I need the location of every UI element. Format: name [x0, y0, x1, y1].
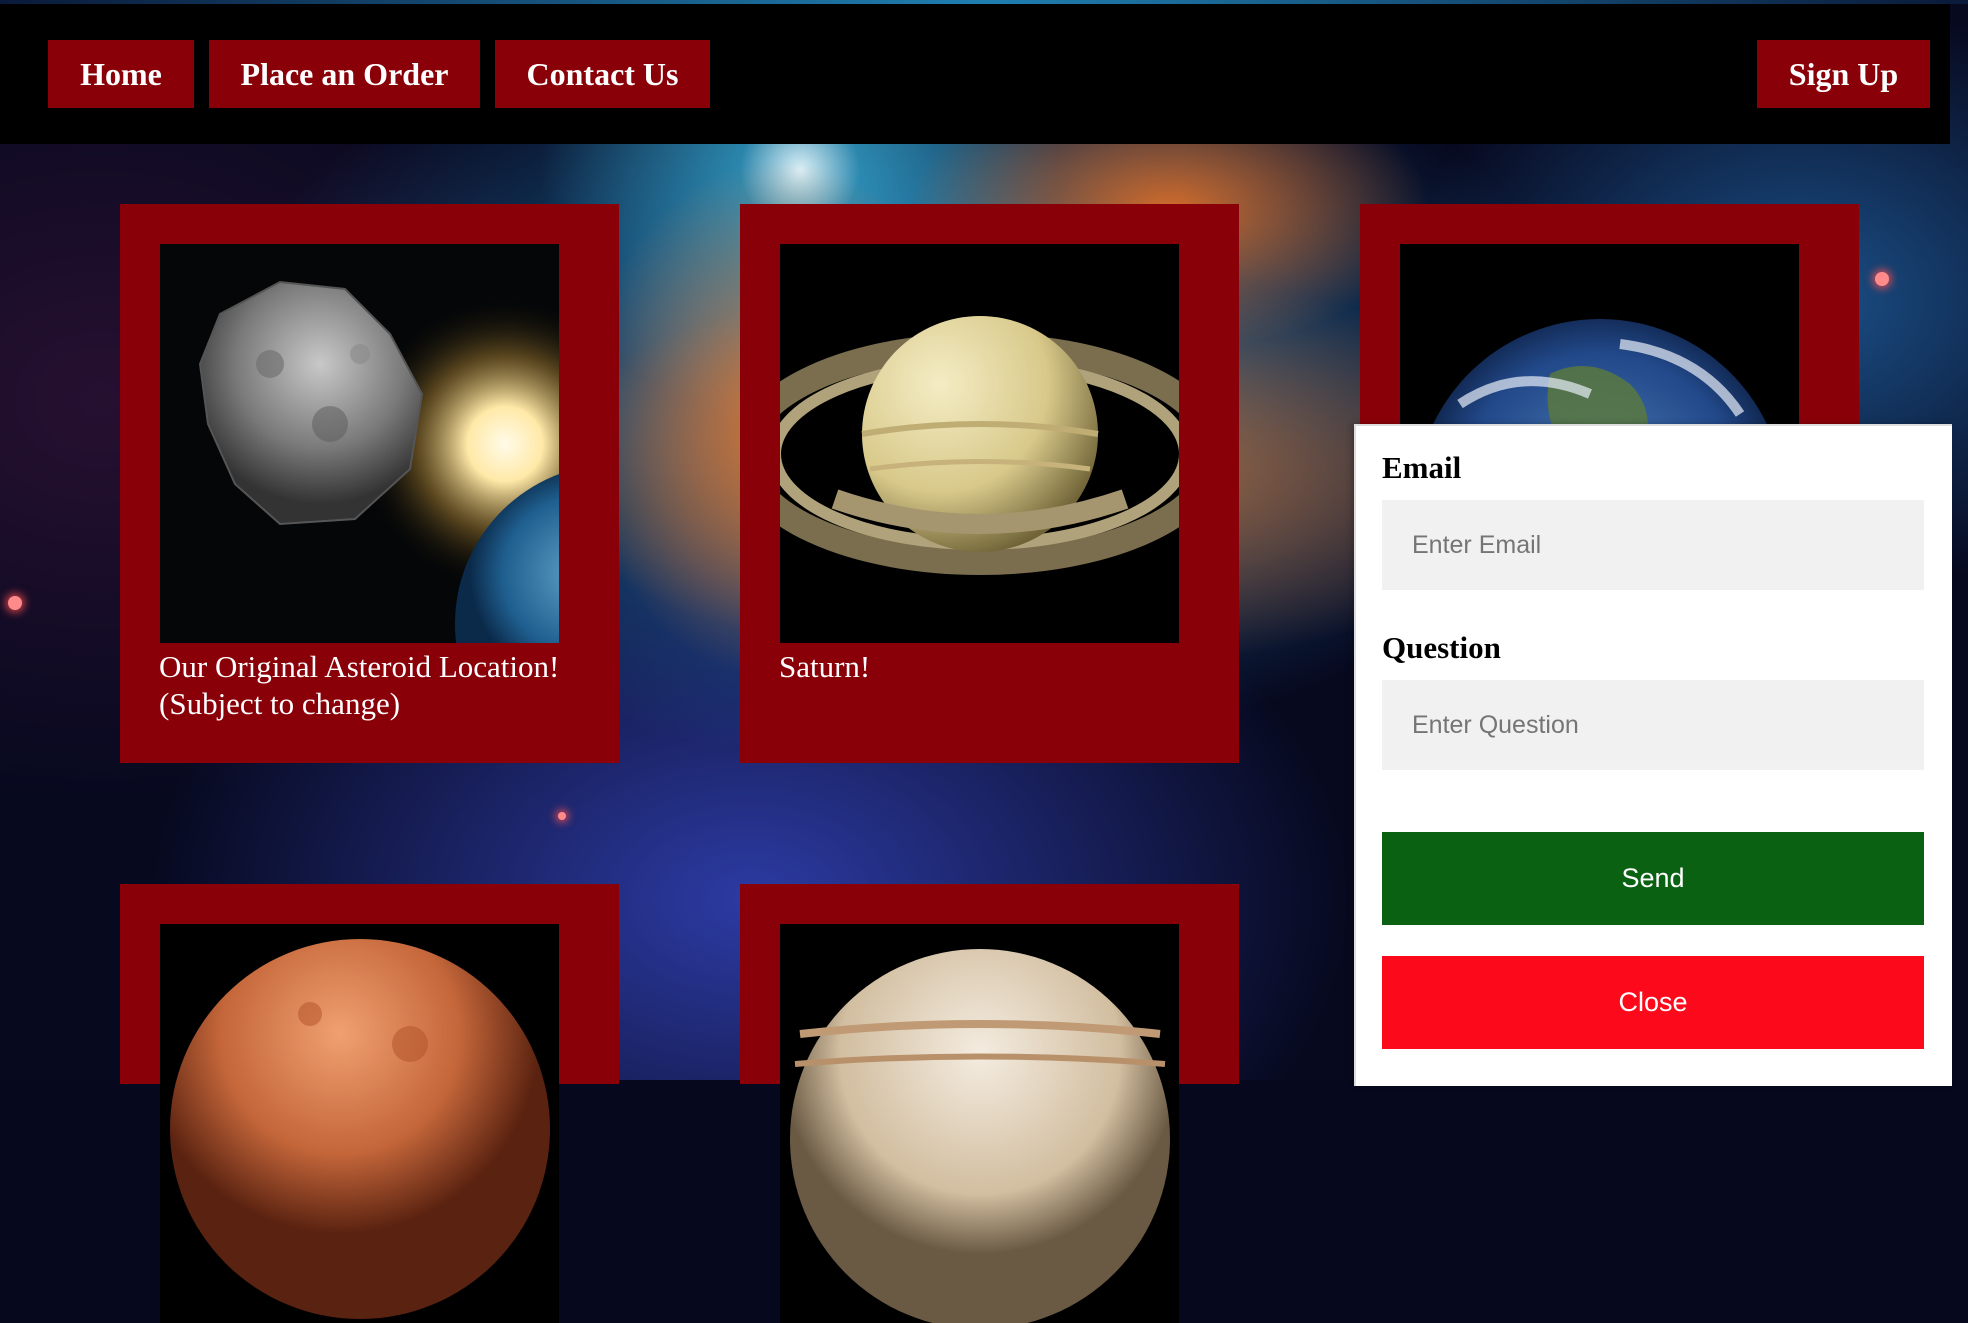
saturn-image [780, 244, 1179, 643]
send-button[interactable]: Send [1382, 832, 1924, 925]
nav-home-button[interactable]: Home [48, 40, 194, 108]
asteroid-image [160, 244, 559, 643]
star [558, 812, 566, 820]
close-button[interactable]: Close [1382, 956, 1924, 1049]
top-navigation: Home Place an Order Contact Us Sign Up [0, 4, 1950, 144]
star [8, 596, 22, 610]
card-caption: Saturn! [779, 649, 871, 684]
location-card [120, 884, 619, 1323]
star [1875, 272, 1889, 286]
email-input[interactable] [1382, 500, 1924, 590]
nav-sign-up-button[interactable]: Sign Up [1757, 40, 1930, 108]
contact-form-modal: Email Question Send Close [1354, 424, 1952, 1086]
nav-place-order-button[interactable]: Place an Order [209, 40, 480, 108]
card-caption: Our Original Asteroid Location! (Subject… [159, 649, 560, 721]
location-card: Saturn! [740, 204, 1239, 763]
nav-contact-us-button[interactable]: Contact Us [495, 40, 710, 108]
location-card [740, 884, 1239, 1323]
location-card: Our Original Asteroid Location! (Subject… [120, 204, 619, 763]
question-input[interactable] [1382, 680, 1924, 770]
question-label: Question [1382, 630, 1501, 665]
mars-image [160, 924, 559, 1323]
email-label: Email [1382, 450, 1462, 485]
jupiter-image [780, 924, 1179, 1323]
